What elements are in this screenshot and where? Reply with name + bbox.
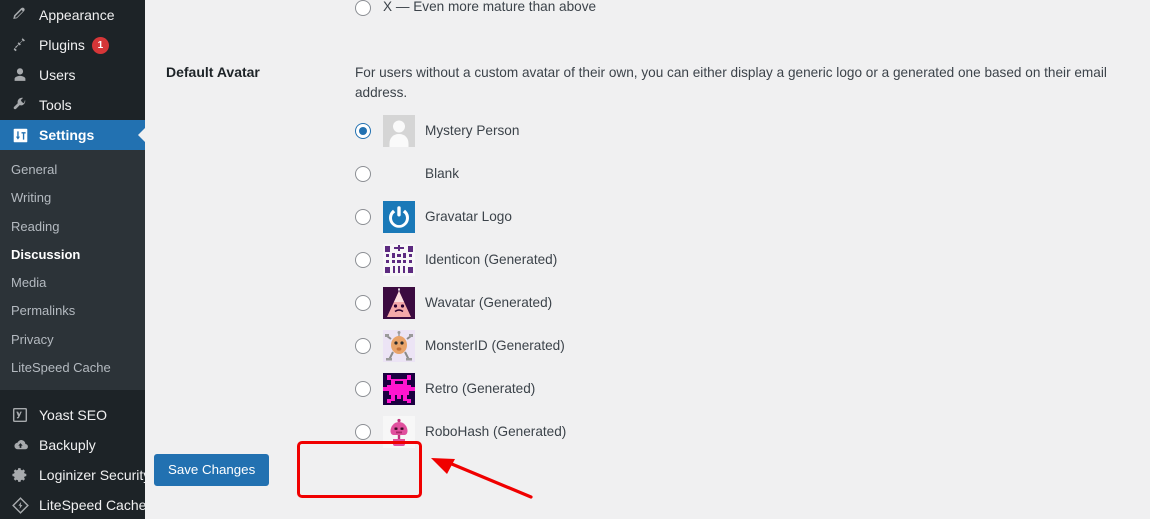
avatar-option-blank-radio[interactable] xyxy=(355,166,371,183)
avatar-option-monsterid[interactable]: MonsterID (Generated) xyxy=(355,325,1150,368)
sidebar-item-yoast-seo[interactable]: Yoast SEO xyxy=(0,400,145,430)
yoast-seo-icon xyxy=(10,405,30,425)
sidebar-item-label: Loginizer Security xyxy=(39,466,151,483)
pointer-arrow xyxy=(431,458,533,499)
avatar-option-robohash[interactable]: RoboHash (Generated) xyxy=(355,411,1150,454)
sidebar-item-appearance[interactable]: Appearance xyxy=(0,0,145,30)
admin-sidebar: Appearance Plugins 1 Users Tools Setting… xyxy=(0,0,150,519)
sidebar-item-label: Plugins xyxy=(39,36,85,53)
gravatar-logo-avatar xyxy=(383,201,415,234)
users-person-icon xyxy=(10,65,30,85)
wavatar-avatar xyxy=(383,287,415,320)
sidebar-item-tools[interactable]: Tools xyxy=(0,90,145,120)
sidebar-item-settings[interactable]: Settings xyxy=(0,120,146,150)
retro-avatar xyxy=(383,373,415,406)
avatar-option-gravatar-logo-label[interactable]: Gravatar Logo xyxy=(425,210,512,224)
sidebar-item-users[interactable]: Users xyxy=(0,60,145,90)
avatar-option-mystery-person-label[interactable]: Mystery Person xyxy=(425,124,519,138)
submenu-item-media[interactable]: Media xyxy=(0,269,145,297)
mystery-person-avatar xyxy=(383,115,415,148)
backuply-cloud-icon xyxy=(10,435,30,455)
maturity-rating-row: X — Even more mature than above xyxy=(145,0,1150,29)
avatar-option-blank-label[interactable]: Blank xyxy=(425,167,459,181)
sidebar-item-label: Tools xyxy=(39,96,72,113)
settings-sliders-icon xyxy=(10,125,30,145)
avatar-option-blank[interactable]: Blank xyxy=(355,153,1150,196)
sidebar-item-backuply[interactable]: Backuply xyxy=(0,430,145,460)
avatar-option-retro[interactable]: Retro (Generated) xyxy=(355,368,1150,411)
loginizer-gear-icon xyxy=(10,465,30,485)
tools-wrench-icon xyxy=(10,95,30,115)
discussion-settings-content: X — Even more mature than above Default … xyxy=(145,0,1150,519)
submenu-item-litespeed-cache[interactable]: LiteSpeed Cache xyxy=(0,354,145,382)
avatar-option-mystery-person-radio[interactable] xyxy=(355,123,371,140)
avatar-option-identicon[interactable]: Identicon (Generated) xyxy=(355,239,1150,282)
avatar-option-gravatar-logo-radio[interactable] xyxy=(355,209,371,226)
sidebar-item-litespeed-cache-plugin[interactable]: LiteSpeed Cache xyxy=(0,490,147,519)
avatar-option-wavatar-radio[interactable] xyxy=(355,295,371,312)
settings-submenu: General Writing Reading Discussion Media… xyxy=(0,150,145,390)
avatar-option-retro-radio[interactable] xyxy=(355,381,371,398)
litespeed-diamond-icon xyxy=(10,495,30,515)
submenu-item-privacy[interactable]: Privacy xyxy=(0,326,145,354)
submenu-item-reading[interactable]: Reading xyxy=(0,213,145,241)
sidebar-item-label: Yoast SEO xyxy=(39,406,107,423)
avatar-option-wavatar-label[interactable]: Wavatar (Generated) xyxy=(425,296,552,310)
default-avatar-description: For users without a custom avatar of the… xyxy=(355,65,1107,101)
default-avatar-section-title: Default Avatar xyxy=(166,64,260,80)
avatar-option-monsterid-radio[interactable] xyxy=(355,338,371,355)
submenu-item-permalinks[interactable]: Permalinks xyxy=(0,297,145,325)
plugins-plug-icon xyxy=(10,35,30,55)
identicon-avatar xyxy=(383,244,415,277)
maturity-option-x[interactable]: X — Even more mature than above xyxy=(355,0,1150,29)
sidebar-item-loginizer-security[interactable]: Loginizer Security xyxy=(0,460,150,490)
plugins-update-badge: 1 xyxy=(91,36,109,54)
sidebar-item-label: Appearance xyxy=(39,6,115,23)
maturity-rating-spacer xyxy=(145,0,355,29)
avatar-option-gravatar-logo[interactable]: Gravatar Logo xyxy=(355,196,1150,239)
avatar-option-robohash-radio[interactable] xyxy=(355,424,371,441)
sidebar-item-label: LiteSpeed Cache xyxy=(39,496,147,513)
submenu-item-writing[interactable]: Writing xyxy=(0,184,145,212)
submenu-item-discussion[interactable]: Discussion xyxy=(0,241,145,269)
avatar-option-mystery-person[interactable]: Mystery Person xyxy=(355,110,1150,153)
avatar-option-identicon-radio[interactable] xyxy=(355,252,371,269)
sidebar-item-plugins[interactable]: Plugins 1 xyxy=(0,30,145,60)
avatar-option-wavatar[interactable]: Wavatar (Generated) xyxy=(355,282,1150,325)
default-avatar-options: For users without a custom avatar of the… xyxy=(355,63,1150,454)
sidebar-item-label: Settings xyxy=(39,126,95,143)
monsterid-avatar xyxy=(383,330,415,363)
sidebar-item-label: Users xyxy=(39,66,76,83)
avatar-option-identicon-label[interactable]: Identicon (Generated) xyxy=(425,253,557,267)
maturity-option-x-label[interactable]: X — Even more mature than above xyxy=(383,0,596,14)
avatar-option-robohash-label[interactable]: RoboHash (Generated) xyxy=(425,425,566,439)
robohash-avatar xyxy=(383,416,415,449)
default-avatar-row: Default Avatar For users without a custo… xyxy=(145,63,1150,454)
maturity-option-x-radio[interactable] xyxy=(355,0,371,16)
submit-section: Save Changes xyxy=(154,437,270,503)
menu-separator xyxy=(0,390,145,400)
avatar-option-monsterid-label[interactable]: MonsterID (Generated) xyxy=(425,339,565,353)
blank-avatar xyxy=(383,158,415,190)
maturity-rating-options: X — Even more mature than above xyxy=(355,0,1150,29)
wordpress-admin-screen: Appearance Plugins 1 Users Tools Setting… xyxy=(0,0,1150,519)
avatar-option-retro-label[interactable]: Retro (Generated) xyxy=(425,382,535,396)
appearance-brush-icon xyxy=(10,5,30,25)
save-changes-button[interactable]: Save Changes xyxy=(154,454,270,487)
sidebar-item-label: Backuply xyxy=(39,436,96,453)
submenu-item-general[interactable]: General xyxy=(0,156,145,184)
